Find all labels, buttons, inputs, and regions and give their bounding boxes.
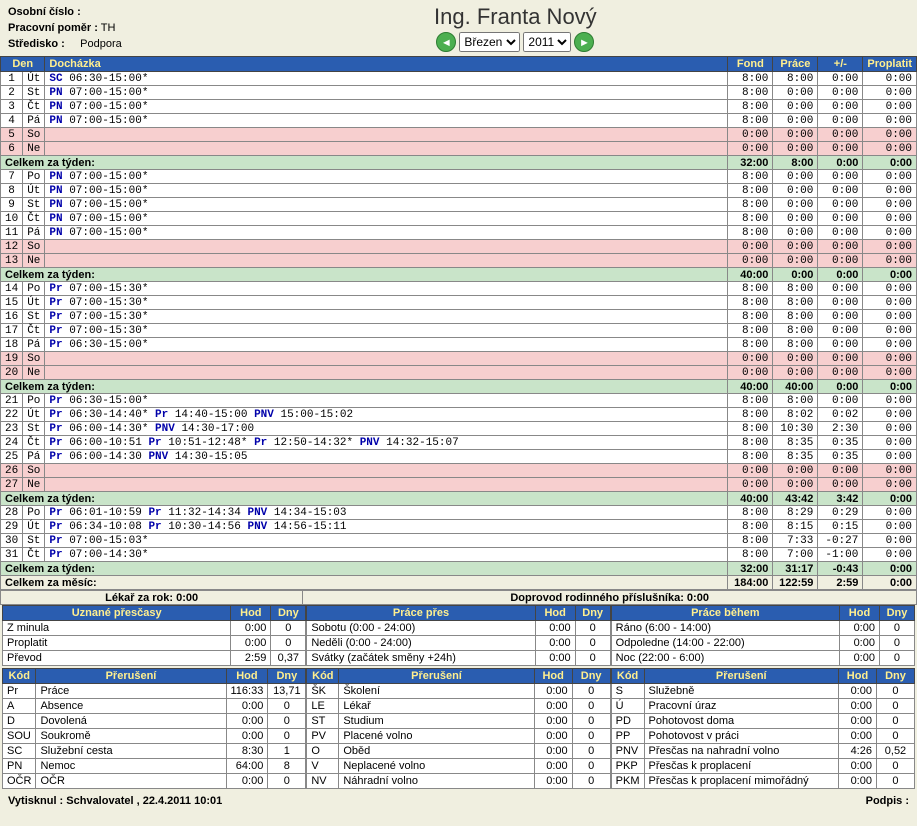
table-row: 1ÚtSC 06:30-15:00*8:008:000:000:00 [1,72,917,86]
list-item: OOběd0:000 [307,744,610,759]
interrupts-table: KódPřerušeníHodDnyŠKŠkolení0:000LELékař0… [306,668,610,789]
table-row: 5So0:000:000:000:00 [1,128,917,142]
table-row: 13Ne0:000:000:000:00 [1,254,917,268]
list-item: Sobotu (0:00 - 24:00)0:000 [307,621,610,636]
table-row: 7PoPN 07:00-15:00*8:000:000:000:00 [1,170,917,184]
table-row: 11PáPN 07:00-15:00*8:000:000:000:00 [1,226,917,240]
list-item: Z minula0:000 [3,621,306,636]
footer-printed: Vytisknul : Schvalovatel , 22.4.2011 10:… [8,795,222,807]
list-item: PDPohotovost doma0:000 [611,714,914,729]
col-prace: Práce [773,57,818,72]
table-row: 14PoPr 07:00-15:30*8:008:000:000:00 [1,282,917,296]
list-item: Ráno (6:00 - 14:00)0:000 [611,621,914,636]
list-item: Svátky (začátek směny +24h)0:000 [307,651,610,666]
table-row: 4PáPN 07:00-15:00*8:000:000:000:00 [1,114,917,128]
list-item: ÚPracovní úraz0:000 [611,699,914,714]
list-item: LELékař0:000 [307,699,610,714]
table-row: 22ÚtPr 06:30-14:40* Pr 14:40-15:00 PNV 1… [1,408,917,422]
month-select[interactable]: Březen [459,32,520,52]
year-select[interactable]: 2011 [523,32,571,52]
info-escort: Doprovod rodinného příslušníka: 0:00 [303,591,917,605]
list-item: STStudium0:000 [307,714,610,729]
list-item: Odpoledne (14:00 - 22:00)0:000 [611,636,914,651]
header-info: Osobní číslo : Pracovní poměr : TH Střed… [8,4,122,52]
table-row: 31ČtPr 07:00-14:30*8:007:00-1:000:00 [1,548,917,562]
prev-month-button[interactable]: ◄ [436,32,456,52]
table-row: 27Ne0:000:000:000:00 [1,478,917,492]
table-row: 29ÚtPr 06:34-10:08 Pr 10:30-14:56 PNV 14… [1,520,917,534]
summary-table: Práce běhemHodDnyRáno (6:00 - 14:00)0:00… [611,605,915,666]
list-item: Neděli (0:00 - 24:00)0:000 [307,636,610,651]
list-item: PrPráce116:3313,71 [3,684,306,699]
list-item: PNNemoc64:008 [3,759,306,774]
table-row: 21PoPr 06:30-15:00*8:008:000:000:00 [1,394,917,408]
table-row: 18PáPr 06:30-15:00*8:008:000:000:00 [1,338,917,352]
list-item: Proplatit0:000 [3,636,306,651]
table-row: Celkem za týden:40:0043:423:420:00 [1,492,917,506]
list-item: PKPPřesčas k proplacení0:000 [611,759,914,774]
table-row: 10ČtPN 07:00-15:00*8:000:000:000:00 [1,212,917,226]
col-den: Den [1,57,45,72]
list-item: OČROČR0:000 [3,774,306,789]
table-row: 24ČtPr 06:00-10:51 Pr 10:51-12:48* Pr 12… [1,436,917,450]
list-item: PVPlacené volno0:000 [307,729,610,744]
table-row: 9StPN 07:00-15:00*8:000:000:000:00 [1,198,917,212]
footer-signature: Podpis : [866,795,909,807]
month-total-row: Celkem za měsíc:184:00122:592:590:00 [1,576,917,590]
list-item: ŠKŠkolení0:000 [307,684,610,699]
page-title: Ing. Franta Nový [8,4,909,30]
list-item: Noc (22:00 - 6:00)0:000 [611,651,914,666]
list-item: PNVPřesčas na nahradní volno4:260,52 [611,744,914,759]
col-dochazka: Docházka [45,57,728,72]
list-item: PPPohotovost v práci0:000 [611,729,914,744]
col-pm: +/- [818,57,863,72]
table-row: 12So0:000:000:000:00 [1,240,917,254]
col-fond: Fond [728,57,773,72]
interrupts-table: KódPřerušeníHodDnyPrPráce116:3313,71AAbs… [2,668,306,789]
table-row: Celkem za týden:40:000:000:000:00 [1,268,917,282]
table-row: 30StPr 07:00-15:03*8:007:33-0:270:00 [1,534,917,548]
list-item: SSlužebně0:000 [611,684,914,699]
table-row: Celkem za týden:32:0031:17-0:430:00 [1,562,917,576]
table-row: 17ČtPr 07:00-15:30*8:008:000:000:00 [1,324,917,338]
table-row: 8ÚtPN 07:00-15:00*8:000:000:000:00 [1,184,917,198]
table-row: Celkem za týden:32:008:000:000:00 [1,156,917,170]
table-row: 26So0:000:000:000:00 [1,464,917,478]
table-row: 25PáPr 06:00-14:30 PNV 14:30-15:058:008:… [1,450,917,464]
table-row: 15ÚtPr 07:00-15:30*8:008:000:000:00 [1,296,917,310]
summary-table: Uznané přesčasyHodDnyZ minula0:000Propla… [2,605,306,666]
table-row: 3ČtPN 07:00-15:00*8:000:000:000:00 [1,100,917,114]
table-row: 2StPN 07:00-15:00*8:000:000:000:00 [1,86,917,100]
table-row: 6Ne0:000:000:000:00 [1,142,917,156]
summary-table: Práce přesHodDnySobotu (0:00 - 24:00)0:0… [306,605,610,666]
list-item: VNeplacené volno0:000 [307,759,610,774]
table-row: 19So0:000:000:000:00 [1,352,917,366]
table-row: Celkem za týden:40:0040:000:000:00 [1,380,917,394]
list-item: Převod2:590,37 [3,651,306,666]
attendance-table: Den Docházka Fond Práce +/- Proplatit 1Ú… [0,56,917,590]
table-row: 23StPr 06:00-14:30* PNV 14:30-17:008:001… [1,422,917,436]
col-proplatit: Proplatit [863,57,917,72]
info-doctor: Lékař za rok: 0:00 [1,591,303,605]
list-item: AAbsence0:000 [3,699,306,714]
list-item: PKMPřesčas k proplacení mimořádný0:000 [611,774,914,789]
table-row: 28PoPr 06:01-10:59 Pr 11:32-14:34 PNV 14… [1,506,917,520]
list-item: DDovolená0:000 [3,714,306,729]
list-item: SCSlužební cesta8:301 [3,744,306,759]
interrupts-table: KódPřerušeníHodDnySSlužebně0:000ÚPracovn… [611,668,915,789]
list-item: NVNáhradní volno0:000 [307,774,610,789]
table-row: 20Ne0:000:000:000:00 [1,366,917,380]
table-row: 16StPr 07:00-15:30*8:008:000:000:00 [1,310,917,324]
list-item: SOUSoukromě0:000 [3,729,306,744]
next-month-button[interactable]: ► [574,32,594,52]
